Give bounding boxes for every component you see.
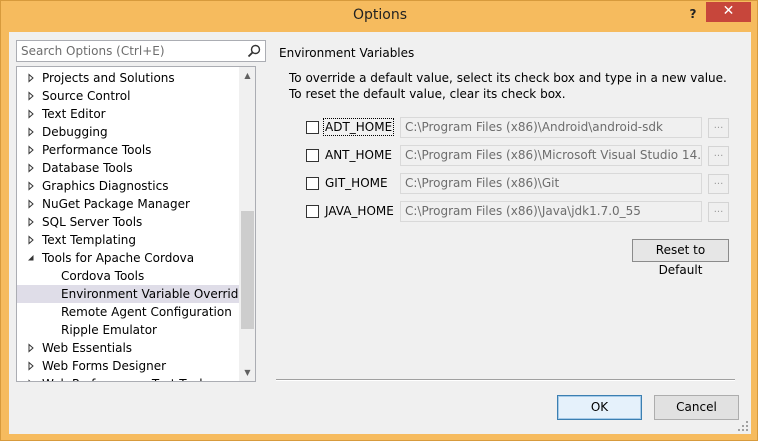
- tree-item-label: NuGet Package Manager: [42, 197, 190, 211]
- env-variable-row: ADT_HOME C:\Program Files (x86)\Android\a…: [306, 117, 736, 139]
- collapsed-arrow-icon[interactable]: [26, 361, 36, 371]
- tree-item-label: Source Control: [42, 89, 131, 103]
- collapsed-arrow-icon[interactable]: [26, 163, 36, 173]
- tree-item-label: Text Editor: [42, 107, 106, 121]
- tree-item[interactable]: Tools for Apache Cordova: [17, 249, 239, 267]
- collapsed-arrow-icon[interactable]: [26, 181, 36, 191]
- env-variable-path-field[interactable]: C:\Program Files (x86)\Microsoft Visual …: [400, 145, 702, 166]
- collapsed-arrow-icon[interactable]: [26, 145, 36, 155]
- close-icon: ✕: [722, 3, 735, 19]
- tree-item[interactable]: Web Essentials: [17, 339, 239, 357]
- search-icon[interactable]: [246, 43, 262, 59]
- tree-item-label: Cordova Tools: [61, 269, 145, 283]
- override-checkbox[interactable]: [306, 205, 319, 218]
- tree-item[interactable]: Source Control: [17, 87, 239, 105]
- tree-item[interactable]: Graphics Diagnostics: [17, 177, 239, 195]
- scroll-down-icon[interactable]: ▼: [239, 364, 255, 381]
- tree-scrollbar[interactable]: ▲ ▼: [239, 67, 255, 381]
- footer-divider: [276, 379, 735, 381]
- collapsed-arrow-icon[interactable]: [26, 235, 36, 245]
- env-variable-row: GIT_HOME C:\Program Files (x86)\Git...: [306, 173, 736, 195]
- collapsed-arrow-icon[interactable]: [26, 127, 36, 137]
- tree-item-label: Performance Tools: [42, 143, 152, 157]
- tree-item-label: Web Forms Designer: [42, 359, 167, 373]
- env-variable-name[interactable]: GIT_HOME: [325, 176, 388, 190]
- collapsed-arrow-icon[interactable]: [26, 109, 36, 119]
- collapsed-arrow-icon[interactable]: [26, 217, 36, 227]
- tree-item[interactable]: Cordova Tools: [17, 267, 239, 285]
- env-variable-path-field[interactable]: C:\Program Files (x86)\Git: [400, 173, 702, 194]
- tree-item-label: Web Essentials: [42, 341, 133, 355]
- tree-item[interactable]: Remote Agent Configuration: [17, 303, 239, 321]
- search-input[interactable]: [17, 41, 237, 61]
- browse-button[interactable]: ...: [708, 146, 729, 166]
- override-checkbox[interactable]: [306, 149, 319, 162]
- override-checkbox[interactable]: [306, 121, 319, 134]
- env-variable-name[interactable]: JAVA_HOME: [325, 204, 394, 218]
- tree-item-label: Projects and Solutions: [42, 71, 175, 85]
- tree-item[interactable]: Text Editor: [17, 105, 239, 123]
- resize-grip-icon[interactable]: [737, 420, 749, 432]
- collapsed-arrow-icon[interactable]: [26, 91, 36, 101]
- scroll-up-icon[interactable]: ▲: [239, 67, 255, 84]
- env-variable-path-field[interactable]: C:\Program Files (x86)\Java\jdk1.7.0_55: [400, 201, 702, 222]
- tree-item[interactable]: Projects and Solutions: [17, 69, 239, 87]
- tree-item-label: Remote Agent Configuration: [61, 305, 232, 319]
- tree-item[interactable]: Debugging: [17, 123, 239, 141]
- options-tree[interactable]: Projects and Solutions Source Control Text…: [16, 66, 256, 382]
- tree-item-label: Environment Variable Overrides: [61, 287, 239, 301]
- collapsed-arrow-icon[interactable]: [26, 379, 36, 382]
- collapsed-arrow-icon[interactable]: [26, 199, 36, 209]
- description-text: To override a default value, select its …: [289, 71, 727, 101]
- ok-button[interactable]: OK: [557, 395, 642, 420]
- browse-button[interactable]: ...: [708, 174, 729, 194]
- tree-item[interactable]: Environment Variable Overrides: [17, 285, 239, 303]
- dialog-body: Projects and Solutions Source Control Text…: [9, 32, 751, 434]
- tree-item-label: Web Performance Test Tools: [42, 375, 209, 381]
- env-variable-name[interactable]: ANT_HOME: [325, 148, 392, 162]
- tree-item-label: Ripple Emulator: [61, 323, 157, 337]
- tree-item-label: Text Templating: [42, 233, 137, 247]
- tree-item-label: Tools for Apache Cordova: [42, 251, 195, 265]
- window-title: Options: [352, 7, 408, 23]
- env-variable-row: JAVA_HOME C:\Program Files (x86)\Java\jdk…: [306, 201, 736, 223]
- help-button[interactable]: ?: [683, 5, 703, 25]
- browse-button[interactable]: ...: [708, 118, 729, 138]
- tree-item-label: SQL Server Tools: [42, 215, 143, 229]
- env-variable-path-field[interactable]: C:\Program Files (x86)\Android\android-s…: [400, 117, 702, 138]
- tree-item-label: Graphics Diagnostics: [42, 179, 169, 193]
- tree-item-label: Database Tools: [42, 161, 133, 175]
- title-bar[interactable]: Options ? ✕: [1, 1, 758, 33]
- tree-item[interactable]: Web Forms Designer: [17, 357, 239, 375]
- tree-item[interactable]: Database Tools: [17, 159, 239, 177]
- collapsed-arrow-icon[interactable]: [26, 343, 36, 353]
- search-box[interactable]: [16, 40, 266, 62]
- close-button[interactable]: ✕: [706, 2, 751, 22]
- scroll-thumb[interactable]: [241, 211, 254, 329]
- env-variable-row: ANT_HOME C:\Program Files (x86)\Microsoft…: [306, 145, 736, 167]
- tree-item[interactable]: SQL Server Tools: [17, 213, 239, 231]
- options-window: Options ? ✕ Projects and Solutions Source…: [0, 0, 758, 441]
- tree-list: Projects and Solutions Source Control Text…: [17, 67, 239, 382]
- env-variable-name[interactable]: ADT_HOME: [322, 118, 395, 136]
- section-title: Environment Variables: [279, 46, 415, 60]
- tree-item[interactable]: Text Templating: [17, 231, 239, 249]
- tree-item[interactable]: Web Performance Test Tools: [17, 375, 239, 382]
- browse-button[interactable]: ...: [708, 202, 729, 222]
- collapsed-arrow-icon[interactable]: [26, 73, 36, 83]
- expanded-arrow-icon[interactable]: [26, 253, 36, 263]
- tree-item[interactable]: Performance Tools: [17, 141, 239, 159]
- tree-item[interactable]: Ripple Emulator: [17, 321, 239, 339]
- tree-item[interactable]: NuGet Package Manager: [17, 195, 239, 213]
- tree-item-label: Debugging: [42, 125, 108, 139]
- reset-to-default-button[interactable]: Reset to Default: [632, 239, 729, 277]
- cancel-button[interactable]: Cancel: [654, 395, 739, 420]
- override-checkbox[interactable]: [306, 177, 319, 190]
